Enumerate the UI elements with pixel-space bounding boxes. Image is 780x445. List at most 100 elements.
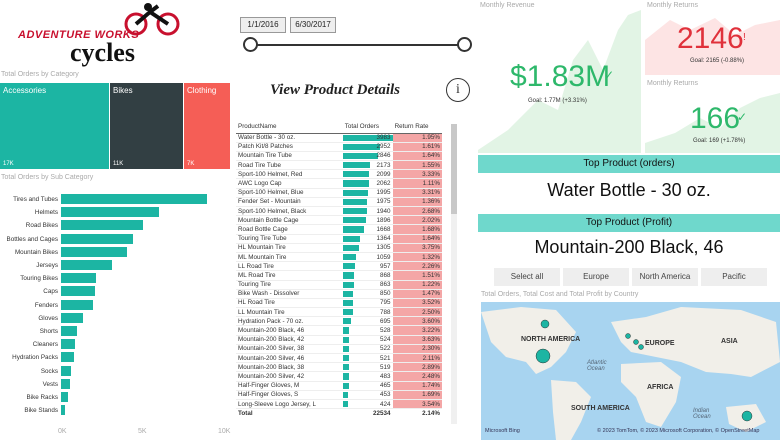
- table-row[interactable]: Long-Sleeve Logo Jersey, L 424 3.54%: [236, 399, 442, 410]
- cell-return-rate: 1.68%: [392, 224, 442, 235]
- table-row[interactable]: Mountain-200 Black, 42 524 3.63%: [236, 335, 442, 345]
- subcat-bar[interactable]: [61, 286, 95, 297]
- table-row[interactable]: Sport-100 Helmet, Blue 1995 3.31%: [236, 188, 442, 198]
- treemap-tile-clothing[interactable]: Clothing 7K: [184, 83, 230, 169]
- kpi-revenue-card[interactable]: Monthly Revenue $1.83M ✓ Goal: 1.77M (+3…: [478, 0, 641, 153]
- subcat-bar-row[interactable]: Jerseys: [0, 260, 230, 272]
- subcat-bar[interactable]: [61, 378, 70, 389]
- subcat-bar-row[interactable]: Bottles and Cages: [0, 233, 230, 246]
- subcat-bar-row[interactable]: Shorts: [0, 326, 230, 338]
- table-row[interactable]: Touring Tire Tube 1364 1.64%: [236, 234, 442, 244]
- cell-return-rate: 2.26%: [392, 261, 442, 272]
- table-row[interactable]: Mountain-200 Silver, 38 522 2.30%: [236, 344, 442, 355]
- orders-data-bar: [342, 336, 350, 343]
- subcat-bar[interactable]: [61, 326, 77, 336]
- world-map[interactable]: NORTH AMERICA EUROPE ASIA AFRICA SOUTH A…: [481, 302, 780, 440]
- table-row[interactable]: HL Road Tire 795 3.52%: [236, 298, 442, 309]
- subcat-bar-row[interactable]: Socks: [0, 365, 230, 378]
- date-start-input[interactable]: 1/1/2016: [240, 17, 286, 33]
- table-row[interactable]: Fender Set - Mountain 1975 1.36%: [236, 197, 442, 208]
- region-select-all-button[interactable]: Select all: [494, 268, 560, 286]
- table-row[interactable]: Half-Finger Gloves, S 453 1.69%: [236, 390, 442, 400]
- subcat-bar-row[interactable]: Road Bikes: [0, 220, 230, 232]
- view-product-details-button[interactable]: View Product Details: [270, 82, 400, 99]
- date-slider-start-handle[interactable]: [243, 37, 258, 52]
- subcat-bar-row[interactable]: Fenders: [0, 299, 230, 312]
- subcat-bar[interactable]: [61, 220, 143, 231]
- cell-total-orders: 2952: [342, 142, 393, 152]
- table-row[interactable]: Water Bottle - 30 oz. 3983 1.95%: [236, 133, 442, 143]
- col-header-orders[interactable]: Total Orders: [342, 121, 393, 134]
- subcat-bar-row[interactable]: Bike Racks: [0, 392, 230, 404]
- treemap-tile-bikes[interactable]: Bikes 11K: [110, 83, 183, 169]
- table-row[interactable]: Mountain-200 Silver, 42 483 2.48%: [236, 371, 442, 382]
- subcat-bar[interactable]: [61, 352, 74, 363]
- cell-product-name: Sport-100 Helmet, Red: [236, 169, 343, 180]
- subcat-bar-row[interactable]: Cleaners: [0, 339, 230, 351]
- kpi-returns-card[interactable]: Monthly Returns 2146 ! Goal: 2165 (-0.88…: [645, 0, 780, 75]
- table-row[interactable]: Mountain-200 Black, 38 519 2.89%: [236, 362, 442, 373]
- table-row[interactable]: Mountain Bottle Cage 1896 2.02%: [236, 215, 442, 226]
- col-header-product[interactable]: ProductName: [236, 121, 343, 134]
- date-slider-end-handle[interactable]: [457, 37, 472, 52]
- subcat-bar[interactable]: [61, 246, 127, 257]
- subcat-bar-row[interactable]: Helmets: [0, 207, 230, 219]
- region-pacific-button[interactable]: Pacific: [701, 268, 767, 286]
- table-row[interactable]: AWC Logo Cap 2062 1.11%: [236, 178, 442, 189]
- table-row[interactable]: HL Mountain Tire 1305 3.75%: [236, 243, 442, 253]
- table-row[interactable]: Bike Wash - Dissolver 850 1.47%: [236, 289, 442, 299]
- subcat-bar[interactable]: [61, 207, 159, 218]
- table-row[interactable]: ML Mountain Tire 1059 1.32%: [236, 252, 442, 263]
- table-row[interactable]: Mountain-200 Black, 46 528 3.22%: [236, 325, 442, 336]
- subcat-bar[interactable]: [61, 194, 207, 204]
- table-row[interactable]: LL Road Tire 957 2.26%: [236, 261, 442, 272]
- cell-product-name: Mountain-200 Black, 38: [236, 362, 343, 373]
- kpi-orders-card[interactable]: Monthly Returns 166 ✓ Goal: 169 (+1.78%): [645, 78, 780, 153]
- table-row[interactable]: Patch Kit/8 Patches 2952 1.61%: [236, 142, 442, 152]
- subcat-bar[interactable]: [61, 339, 76, 350]
- table-row[interactable]: Road Bottle Cage 1668 1.68%: [236, 224, 442, 235]
- subcat-bar[interactable]: [61, 405, 65, 416]
- table-row[interactable]: LL Mountain Tire 788 2.50%: [236, 307, 442, 318]
- col-header-return-rate[interactable]: Return Rate: [392, 121, 442, 134]
- date-slider-track[interactable]: [250, 44, 465, 46]
- subcat-bar-row[interactable]: Tires and Tubes: [0, 194, 230, 206]
- subcat-bar-row[interactable]: Vests: [0, 378, 230, 391]
- subcat-bar[interactable]: [61, 312, 84, 323]
- cell-product-name: Bike Wash - Dissolver: [236, 289, 343, 299]
- cell-total-orders: 2099: [342, 169, 393, 180]
- table-row[interactable]: Road Tire Tube 2173 1.55%: [236, 160, 442, 171]
- subcat-bar-row[interactable]: Hydration Packs: [0, 352, 230, 364]
- table-row[interactable]: Touring Tire 863 1.22%: [236, 280, 442, 290]
- subcat-bar[interactable]: [61, 392, 69, 402]
- date-end-input[interactable]: 6/30/2017: [290, 17, 336, 33]
- info-icon[interactable]: i: [446, 78, 470, 102]
- subcat-bar-row[interactable]: Caps: [0, 286, 230, 298]
- subcat-bar[interactable]: [61, 299, 93, 310]
- cell-total-orders: 2173: [342, 160, 393, 171]
- subcat-bar[interactable]: [61, 233, 133, 244]
- table-row[interactable]: Hydration Pack - 70 oz. 695 3.60%: [236, 316, 442, 327]
- treemap-tile-accessories[interactable]: Accessories 17K: [0, 83, 109, 169]
- table-scrollbar[interactable]: [451, 124, 457, 424]
- subcat-bar[interactable]: [61, 365, 71, 376]
- subcat-bar-row[interactable]: Mountain Bikes: [0, 246, 230, 259]
- region-north-america-button[interactable]: North America: [632, 268, 698, 286]
- subcat-bar-row[interactable]: Gloves: [0, 312, 230, 325]
- table-row[interactable]: Mountain-200 Silver, 46 521 2.11%: [236, 353, 442, 364]
- table-row[interactable]: ML Road Tire 868 1.51%: [236, 270, 442, 281]
- subcat-bar[interactable]: [61, 273, 97, 284]
- cell-total-orders: 1364: [342, 234, 393, 244]
- subcat-bar-row[interactable]: Bike Stands: [0, 405, 230, 417]
- table-row[interactable]: Sport-100 Helmet, Black 1940 2.68%: [236, 206, 442, 217]
- region-europe-button[interactable]: Europe: [563, 268, 629, 286]
- table-row[interactable]: Sport-100 Helmet, Red 2099 3.33%: [236, 169, 442, 180]
- product-table-container[interactable]: ProductName Total Orders Return Rate Wat…: [236, 121, 446, 441]
- subcat-bar[interactable]: [61, 260, 113, 270]
- table-row[interactable]: Half-Finger Gloves, M 465 1.74%: [236, 381, 442, 391]
- cell-return-rate: 1.36%: [392, 197, 442, 208]
- table-scrollbar-thumb[interactable]: [451, 124, 457, 214]
- cell-product-name: Half-Finger Gloves, M: [236, 381, 343, 391]
- table-row[interactable]: Mountain Tire Tube 2846 1.64%: [236, 151, 442, 162]
- subcat-bar-row[interactable]: Touring Bikes: [0, 273, 230, 285]
